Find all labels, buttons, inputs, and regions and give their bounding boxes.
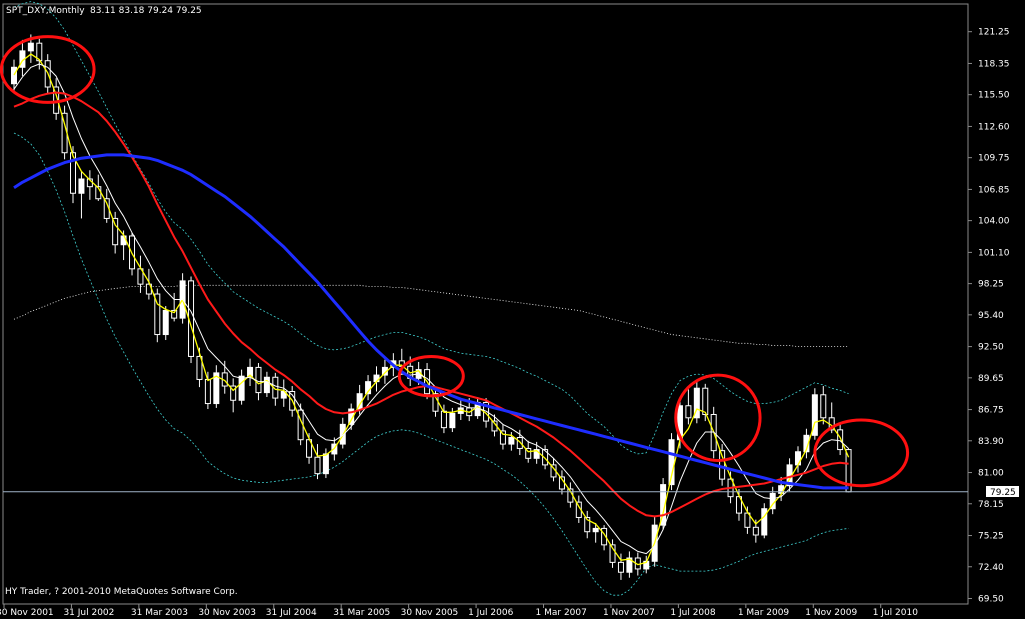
- symbol-header: SPT_DXY,Monthly: [6, 6, 85, 16]
- candle-body: [761, 508, 768, 536]
- chart-background: [0, 0, 1025, 619]
- candle-body: [322, 453, 329, 475]
- x-tick-label: 31 Mar 2005: [333, 608, 390, 618]
- candle-body: [27, 42, 34, 52]
- x-tick-label: 1 Mar 2009: [738, 608, 790, 618]
- y-tick-label: 86.75: [978, 406, 1004, 416]
- y-tick-label: 106.85: [978, 185, 1010, 195]
- y-tick-label: 72.40: [978, 563, 1004, 573]
- candle-body: [592, 527, 599, 533]
- y-tick-label: 112.60: [978, 122, 1010, 132]
- y-tick-label: 95.40: [978, 311, 1004, 321]
- candle-body: [255, 366, 262, 394]
- ohlc-readout: 83.11 83.18 79.24 79.25: [90, 6, 202, 16]
- candle-body: [752, 526, 759, 536]
- candle-body: [685, 405, 692, 419]
- x-tick-label: 31 Mar 2003: [131, 608, 188, 618]
- candle-body: [162, 309, 169, 336]
- y-tick-label: 101.10: [978, 248, 1010, 258]
- x-tick-label: 1 Jul 2008: [670, 608, 715, 618]
- y-tick-label: 92.50: [978, 343, 1004, 353]
- candle-body: [837, 429, 844, 451]
- candle-body: [11, 66, 17, 85]
- candle-body: [820, 394, 827, 419]
- candle-body: [440, 410, 447, 429]
- y-tick-label: 83.90: [978, 437, 1004, 447]
- y-tick-label: 118.35: [978, 59, 1010, 69]
- y-tick-label: 98.25: [978, 280, 1004, 290]
- candle-body: [617, 561, 624, 573]
- candle-body: [204, 378, 211, 405]
- x-tick-label: 1 Jul 2006: [468, 608, 513, 618]
- price-chart[interactable]: 121.25 118.35 115.50 112.60 109.75 106.85 104.…: [0, 0, 1025, 619]
- candle-body: [78, 178, 85, 194]
- x-tick-label: 1 Nov 2009: [805, 608, 857, 618]
- candle-body: [263, 376, 270, 394]
- current-price-label: 79.25: [990, 488, 1016, 498]
- candle-body: [112, 217, 119, 246]
- x-tick-label: 1 Jul 2010: [873, 608, 918, 618]
- candle-body: [702, 387, 709, 416]
- candle-body: [449, 412, 456, 429]
- y-tick-label: 104.00: [978, 217, 1010, 227]
- x-tick-label: 1 Nov 2007: [603, 608, 655, 618]
- y-tick-label: 121.25: [978, 28, 1010, 38]
- x-tick-label: 30 Nov 2005: [401, 608, 459, 618]
- x-tick-label: 31 Jul 2004: [266, 608, 317, 618]
- x-tick-label: 31 Jul 2002: [63, 608, 114, 618]
- y-tick-label: 109.75: [978, 154, 1010, 164]
- x-tick-label: 30 Nov 2003: [198, 608, 256, 618]
- y-tick-label: 69.50: [978, 595, 1004, 605]
- y-tick-label: 78.15: [978, 500, 1004, 510]
- y-tick-label: 89.65: [978, 374, 1004, 384]
- y-tick-label: 81.00: [978, 469, 1004, 479]
- candle-body: [238, 375, 245, 401]
- y-tick-label: 75.25: [978, 532, 1004, 542]
- x-tick-label: 1 Mar 2007: [536, 608, 587, 618]
- footer-copyright: HY Trader, ? 2001-2010 MetaQuotes Softwa…: [5, 587, 238, 597]
- x-tick-label: 30 Nov 2001: [0, 608, 54, 618]
- candle-body: [508, 437, 515, 445]
- y-tick-label: 115.50: [978, 91, 1010, 101]
- candle-body: [314, 456, 321, 475]
